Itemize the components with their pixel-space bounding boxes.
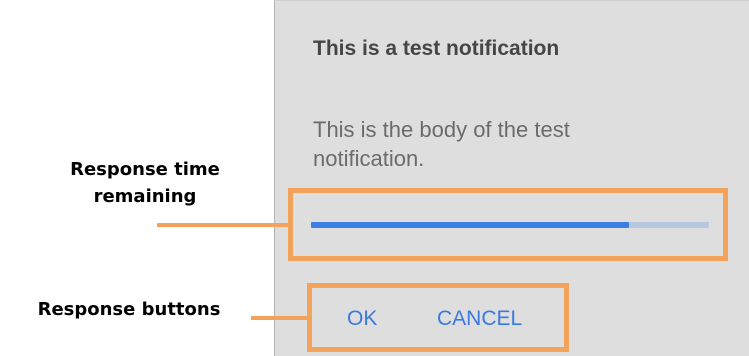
progress-callout-box [288, 188, 728, 261]
buttons-callout-line [251, 316, 307, 320]
progress-callout-line [157, 223, 288, 227]
response-time-label-line1: Response time [70, 159, 220, 180]
response-time-label: Response time remaining [34, 156, 256, 210]
response-buttons-label: Response buttons [37, 299, 221, 320]
buttons-callout-box [307, 283, 569, 352]
dialog-body: This is the body of the test notificatio… [313, 117, 570, 171]
response-time-label-line2: remaining [93, 186, 197, 207]
dialog-title: This is a test notification [313, 37, 560, 60]
